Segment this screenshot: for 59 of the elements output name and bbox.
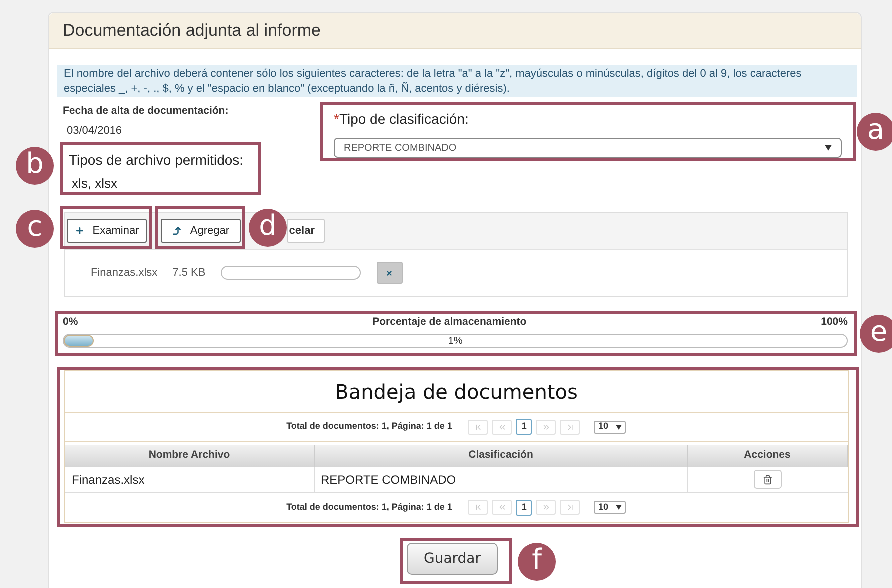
trash-icon — [763, 474, 773, 484]
classification-select[interactable]: REPORTE COMBINADO — [334, 138, 842, 158]
date-label: Fecha de alta de documentación: — [63, 105, 230, 117]
first-page-button[interactable] — [468, 420, 488, 434]
page-button[interactable]: 1 — [516, 500, 532, 516]
storage-title: Porcentaje de almacenamiento — [372, 315, 527, 330]
remove-file-button[interactable] — [376, 262, 403, 284]
callout-marker: a — [857, 113, 892, 151]
delete-button[interactable] — [754, 470, 782, 489]
previous-page-button[interactable] — [492, 500, 512, 515]
save-button[interactable]: Guardar — [407, 543, 498, 575]
date-value: 03/04/2016 — [67, 125, 124, 138]
double-chevron-right-icon — [542, 422, 551, 432]
table-cell: Finanzas.xlsx — [65, 467, 315, 493]
first-page-icon — [474, 503, 483, 512]
next-page-button[interactable] — [536, 500, 556, 515]
next-page-button[interactable] — [536, 420, 556, 434]
classification-label: *Tipo de clasificación: — [334, 110, 470, 129]
dropdown-caret-icon — [616, 505, 622, 510]
last-page-button[interactable] — [560, 500, 580, 515]
allowed-types-value: xls, xlsx — [72, 176, 118, 191]
last-page-icon — [566, 503, 575, 512]
cancel-button[interactable]: celar — [287, 219, 325, 243]
info-message: El nombre del archivo deberá contener sólo los siguientes caracteres: de la letra "a" a la "z", mayúsculas o minúsculas, dígitos del 0 al 9, los caracteres especiales _, +, -, ., $, % y el "espacio en blanco" (exceptuando la ñ, Ñ, acentos y diéresis). — [57, 65, 857, 97]
page-button[interactable]: 1 — [516, 419, 532, 435]
previous-page-button[interactable] — [492, 420, 512, 434]
first-page-icon — [474, 422, 483, 432]
allowed-types-label: Tipos de archivo permitidos: — [69, 152, 245, 168]
column-header: Nombre Archivo — [65, 445, 315, 467]
column-header: Acciones — [688, 445, 848, 467]
page-size-select[interactable]: 10 — [594, 501, 626, 514]
add-button[interactable]: Agregar — [161, 219, 241, 243]
dropdown-caret-icon — [825, 145, 832, 151]
panel-title: Documentación adjunta al informe — [63, 20, 321, 42]
pager-summary: Total de documentos: 1, Página: 1 de 1 — [286, 420, 452, 434]
page-size-select[interactable]: 10 — [594, 420, 626, 434]
pager-summary: Total de documentos: 1, Página: 1 de 1 — [286, 500, 452, 514]
file-name: Finanzas.xlsx — [91, 266, 158, 281]
double-chevron-left-icon — [498, 422, 507, 432]
storage-reading: 1% — [447, 335, 464, 347]
dropdown-caret-icon — [616, 424, 622, 430]
first-page-button[interactable] — [468, 500, 488, 515]
file-size: 7.5 KB — [172, 266, 206, 281]
close-icon — [386, 270, 394, 276]
browse-button[interactable]: Examinar — [67, 219, 147, 243]
double-chevron-left-icon — [498, 503, 507, 512]
callout-marker: c — [16, 210, 54, 248]
callout-marker: e — [860, 315, 892, 353]
storage-max-label: 100% — [821, 315, 848, 330]
upload-arrow-icon — [172, 226, 182, 236]
column-header: Clasificación — [315, 445, 688, 467]
plus-icon — [74, 226, 85, 236]
last-page-icon — [566, 422, 575, 432]
double-chevron-right-icon — [542, 503, 551, 512]
last-page-button[interactable] — [560, 420, 580, 434]
tray-title: Bandeja de documentos — [335, 378, 578, 406]
callout-marker: b — [16, 147, 54, 185]
table-cell: REPORTE COMBINADO — [315, 467, 688, 493]
storage-min-label: 0% — [63, 315, 78, 330]
